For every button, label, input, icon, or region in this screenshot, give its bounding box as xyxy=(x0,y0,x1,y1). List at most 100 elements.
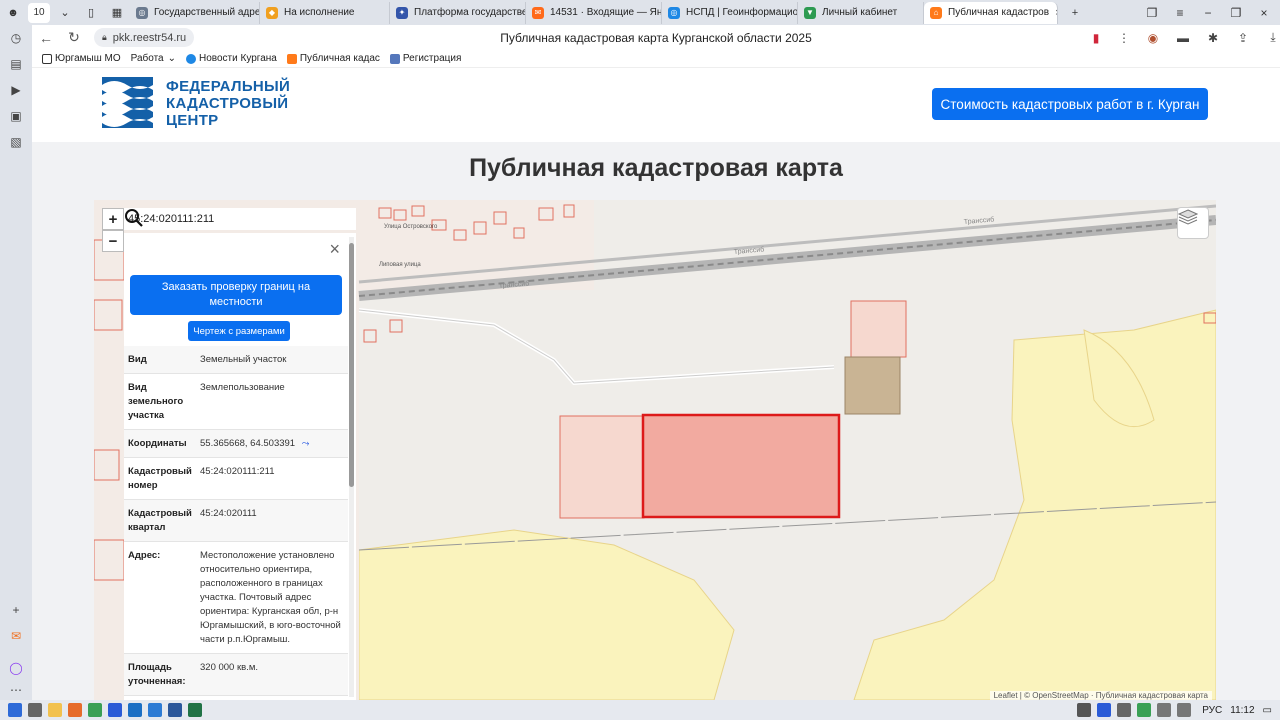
grid-icon[interactable]: ▦ xyxy=(106,3,128,23)
cadastral-cost-button[interactable]: Стоимость кадастровых работ в г. Курган xyxy=(932,88,1208,120)
puzzle-icon[interactable]: ✱ xyxy=(1198,31,1228,45)
add-panel-icon[interactable]: + xyxy=(0,597,32,623)
collections-icon[interactable]: ❐ xyxy=(1138,6,1166,20)
tab-label: Личный кабинет xyxy=(822,7,898,18)
property-label: Площадь уточненная: xyxy=(128,662,186,687)
notifications-icon[interactable]: ▭ xyxy=(1263,705,1272,716)
selected-parcel[interactable] xyxy=(641,413,841,519)
property-value: Земельный участок xyxy=(200,354,287,365)
coordinates-text[interactable]: 55.365668, 64.503391 xyxy=(200,438,295,449)
panel-scrollbar[interactable] xyxy=(349,237,354,697)
tray-icon[interactable] xyxy=(1137,703,1152,717)
language-indicator[interactable]: РУС xyxy=(1202,705,1222,716)
bookmarks-bar: Юргамыш МО Работа ⌄ Новости Кургана Публи… xyxy=(32,50,1280,68)
property-label: Адрес: xyxy=(128,550,161,561)
logo-line: КАДАСТРОВЫЙ xyxy=(166,95,289,112)
bookmark-item[interactable]: Новости Кургана xyxy=(186,53,277,64)
app-icon[interactable] xyxy=(88,703,102,717)
screenshot-icon[interactable]: ▧ xyxy=(0,129,32,155)
route-icon[interactable]: ⤳ xyxy=(302,438,310,449)
notes-icon[interactable]: ▤ xyxy=(0,51,32,77)
bookmark-icon[interactable]: ▮ xyxy=(1082,31,1110,45)
zoom-out-button[interactable]: − xyxy=(102,230,124,252)
restore-icon[interactable]: ❐ xyxy=(1222,6,1250,20)
play-icon[interactable]: ▶ xyxy=(0,77,32,103)
bookmark-item[interactable]: Юргамыш МО xyxy=(42,53,121,64)
property-row: Координаты 55.365668, 64.503391 ⤳ xyxy=(124,430,348,458)
window-close-icon[interactable]: × xyxy=(1250,6,1278,20)
layers-button[interactable] xyxy=(1177,207,1209,239)
reload-icon[interactable]: ↻ xyxy=(60,29,88,46)
task-icon: ◆ xyxy=(266,6,278,19)
minimize-icon[interactable]: − xyxy=(1194,6,1222,20)
tab-pkk-active[interactable]: ⌂ Публичная кадастров × xyxy=(924,1,1058,24)
app-icon[interactable] xyxy=(128,703,142,717)
url-field[interactable]: 🔒︎ pkk.reestr54.ru xyxy=(94,28,195,47)
document-icon[interactable]: ▯ xyxy=(80,3,102,23)
tab-na-ispolnenie[interactable]: ◆ На исполнение xyxy=(260,1,390,24)
tab-cabinet[interactable]: ▼ Личный кабинет xyxy=(798,1,924,24)
shield-icon: ▼ xyxy=(804,6,816,19)
property-row: Кадастровый квартал 45:24:020111 xyxy=(124,500,348,542)
drawing-with-dimensions-button[interactable]: Чертеж с размерами xyxy=(188,321,290,341)
tab-counter[interactable]: 10 xyxy=(28,2,50,23)
property-value: 45:24:020111:211 xyxy=(200,466,275,477)
tab-mail[interactable]: ✉ 14531 · Входящие — Янде xyxy=(526,1,662,24)
browser-menu-icon[interactable]: ☻ xyxy=(2,3,24,23)
windows-start-icon[interactable] xyxy=(8,703,22,717)
bookmark-label: Новости Кургана xyxy=(199,53,277,64)
tray-icon[interactable] xyxy=(1117,703,1132,717)
word-icon[interactable] xyxy=(168,703,182,717)
tab-gos-address[interactable]: ◎ Государственный адрес xyxy=(130,1,260,24)
bookmark-folder[interactable]: Работа ⌄ xyxy=(131,53,176,64)
scrollbar-thumb[interactable] xyxy=(349,243,354,487)
download-icon[interactable]: ⤓ xyxy=(1258,30,1280,45)
map-icon: ◎ xyxy=(668,6,680,19)
extension-icon[interactable]: ▬ xyxy=(1168,31,1198,45)
property-row: Площадь уточненная: 320 000 кв.м. xyxy=(124,654,348,696)
clock[interactable]: 11:12 xyxy=(1230,705,1254,716)
bookmark-item[interactable]: Публичная кадас xyxy=(286,53,380,64)
tab-platforma[interactable]: ✦ Платформа государствен xyxy=(390,1,526,24)
property-value: 45:24:020111 xyxy=(200,508,257,519)
address-actions: ▮ ⋮ ◉ ▬ ✱ ⇪ ⤓ xyxy=(1082,25,1280,50)
share-icon[interactable]: ⇪ xyxy=(1228,31,1258,45)
volume-icon[interactable] xyxy=(1177,703,1192,717)
excel-icon[interactable] xyxy=(188,703,202,717)
app-icon[interactable] xyxy=(68,703,82,717)
property-label: Кадастровый квартал xyxy=(128,508,192,533)
url-text: pkk.reestr54.ru xyxy=(112,31,187,44)
logo-waves-icon xyxy=(102,81,153,127)
street-label: Улица Островского xyxy=(384,224,438,230)
parcel-properties: Вид Земельный участок Вид земельного уча… xyxy=(124,346,348,696)
history-icon[interactable]: ◷ xyxy=(0,25,32,51)
zoom-in-button[interactable]: + xyxy=(102,208,124,230)
mail-icon[interactable]: ✉ xyxy=(0,623,32,649)
logo-text[interactable]: ФЕДЕРАЛЬНЫЙ КАДАСТРОВЫЙ ЦЕНТР xyxy=(166,78,290,129)
map-attribution[interactable]: Leaflet | © OpenStreetMap · Публичная ка… xyxy=(989,691,1212,700)
folder-icon[interactable] xyxy=(48,703,62,717)
order-boundary-check-button[interactable]: Заказать проверку границ на местности xyxy=(130,275,342,315)
new-tab-plus-icon[interactable]: + xyxy=(1064,3,1086,23)
extension-icon[interactable]: ◉ xyxy=(1138,31,1168,45)
hamburger-menu-icon[interactable]: ≡ xyxy=(1166,6,1194,20)
yandex-browser-icon[interactable] xyxy=(108,703,122,717)
cadastral-map[interactable]: Транссиб Транссиб Транссиб Улица Островс… xyxy=(94,200,1216,700)
tray-icon[interactable] xyxy=(1077,703,1092,717)
close-icon[interactable]: × xyxy=(329,239,340,260)
network-icon[interactable] xyxy=(1157,703,1172,717)
search-icon[interactable] xyxy=(124,208,144,228)
cadastral-search-input[interactable]: 45:24:020111:211 xyxy=(124,208,356,230)
tray-icon[interactable] xyxy=(1097,703,1112,717)
tab-nspd[interactable]: ◎ НСПД | Геоинформацио xyxy=(662,1,798,24)
chevron-down-icon[interactable]: ⌄ xyxy=(54,3,76,23)
counter-icon[interactable]: ▣ xyxy=(0,103,32,129)
logo-emblem[interactable] xyxy=(102,77,153,128)
app-icon[interactable] xyxy=(148,703,162,717)
task-view-icon[interactable] xyxy=(28,703,42,717)
address-bar-row: ← ↻ 🔒︎ pkk.reestr54.ru Публичная кадастр… xyxy=(32,25,1280,50)
more-menu-icon[interactable]: ⋮ xyxy=(1110,31,1138,45)
close-icon[interactable]: × xyxy=(1055,7,1057,19)
bookmark-item[interactable]: Регистрация xyxy=(389,53,461,64)
back-icon[interactable]: ← xyxy=(32,30,60,46)
